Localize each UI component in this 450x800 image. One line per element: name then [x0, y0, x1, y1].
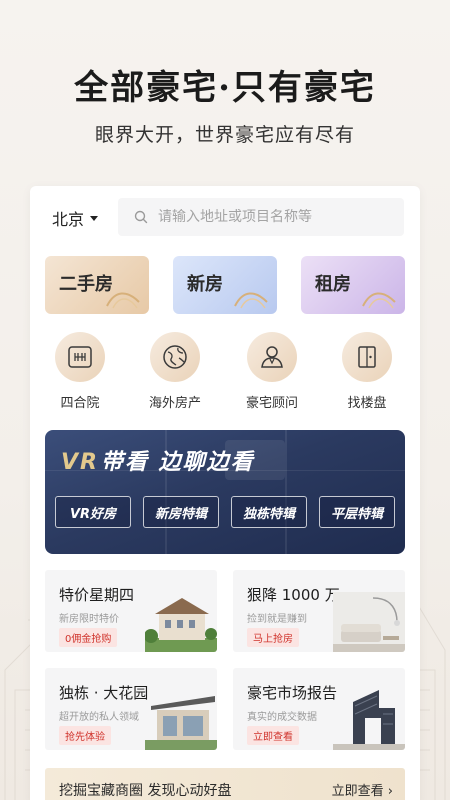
quick-icons-row: 四合院 海外房产 豪宅顾问 找楼盘 — [30, 332, 420, 412]
quick-label: 四合院 — [60, 396, 100, 411]
tile-title: 豪宅市场报告 — [247, 684, 338, 702]
modern-house-image — [145, 696, 217, 750]
search-box[interactable] — [118, 198, 404, 236]
tile-special-thursday[interactable]: 特价星期四 新房限时特价 0佣金抢购 — [45, 570, 217, 652]
quick-overseas[interactable]: 海外房产 — [130, 332, 220, 411]
gold-swirl-icon — [106, 292, 140, 309]
category-label: 新房 — [187, 274, 223, 295]
quick-find-building[interactable]: 找楼盘 — [322, 332, 412, 411]
vr-banner-title: VR带看 边聊边看 — [61, 444, 255, 476]
vr-banner[interactable]: VR带看 边聊边看 VR好房 新房特辑 独栋特辑 平层特辑 — [45, 430, 405, 554]
advisor-icon — [247, 332, 297, 382]
tile-subtitle: 真实的成交数据 — [247, 712, 317, 723]
quick-advisor[interactable]: 豪宅顾问 — [227, 332, 317, 411]
vr-title-text: 带看 边聊边看 — [100, 450, 255, 475]
courtyard-icon — [55, 332, 105, 382]
tile-tag: 0佣金抢购 — [59, 628, 118, 647]
hero-title: 全部豪宅·只有豪宅 — [74, 68, 376, 108]
banner-decor — [285, 430, 287, 554]
tile-title: 特价星期四 — [59, 586, 135, 604]
quick-label: 海外房产 — [148, 396, 201, 411]
discover-text: 挖掘宝藏商圈 发现心动好盘 — [59, 783, 232, 799]
quick-siheyuan[interactable]: 四合院 — [35, 332, 125, 411]
quick-label: 找楼盘 — [347, 396, 387, 411]
category-row: 二手房 新房 租房 — [45, 256, 405, 314]
category-secondhand[interactable]: 二手房 — [45, 256, 149, 314]
discover-link[interactable]: 立即查看 › — [332, 780, 393, 799]
building-search-icon — [342, 332, 392, 382]
caret-down-icon — [90, 215, 99, 221]
city-selector[interactable]: 北京 — [52, 206, 99, 230]
vr-button-vr[interactable]: VR好房 — [55, 496, 131, 528]
tile-subtitle: 新房限时特价 — [59, 614, 119, 625]
city-label: 北京 — [52, 210, 85, 229]
gold-swirl-icon — [362, 292, 396, 309]
living-room-image — [333, 592, 405, 652]
globe-icon — [150, 332, 200, 382]
tile-title: 独栋 · 大花园 — [59, 684, 149, 702]
vr-mark: VR — [61, 450, 99, 475]
hero-subtitle: 眼界大开，世界豪宅应有尽有 — [94, 124, 355, 146]
cctv-tower-image — [333, 690, 405, 750]
gold-swirl-icon — [234, 292, 268, 309]
tile-market-report[interactable]: 豪宅市场报告 真实的成交数据 立即查看 — [233, 668, 405, 750]
discover-banner[interactable]: 挖掘宝藏商圈 发现心动好盘 立即查看 › — [45, 768, 405, 800]
quick-label: 豪宅顾问 — [245, 396, 298, 411]
category-newhome[interactable]: 新房 — [173, 256, 277, 314]
search-icon — [134, 210, 148, 224]
tile-subtitle: 捡到就是赚到 — [247, 614, 307, 625]
main-card: 北京 二手房 新房 租房 — [30, 186, 420, 800]
tile-villa-garden[interactable]: 独栋 · 大花园 超开放的私人领域 抢先体验 — [45, 668, 217, 750]
tile-price-drop[interactable]: 狠降 1000 万 捡到就是赚到 马上抢房 — [233, 570, 405, 652]
tile-tag: 马上抢房 — [247, 628, 299, 647]
vr-button-newhome[interactable]: 新房特辑 — [143, 496, 219, 528]
tile-subtitle: 超开放的私人领域 — [59, 712, 139, 723]
tile-title: 狠降 1000 万 — [247, 586, 340, 604]
vr-button-flat[interactable]: 平层特辑 — [319, 496, 395, 528]
tile-tag: 立即查看 — [247, 726, 299, 745]
vr-button-villa[interactable]: 独栋特辑 — [231, 496, 307, 528]
category-label: 租房 — [315, 274, 351, 295]
villa-image — [145, 598, 217, 652]
category-rent[interactable]: 租房 — [301, 256, 405, 314]
tile-tag: 抢先体验 — [59, 726, 111, 745]
search-input[interactable] — [158, 209, 388, 225]
